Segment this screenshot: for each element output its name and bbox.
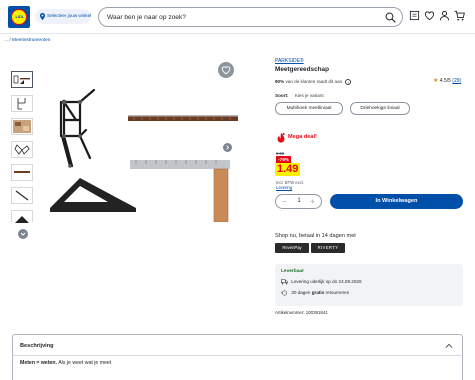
rating-value: 4.5/5 bbox=[439, 78, 451, 84]
account-icon[interactable] bbox=[439, 10, 450, 21]
delivery-date-row: Levering uiterlijk op do 24.09.2026 bbox=[281, 279, 362, 285]
delivery-info-box: Leverbaar Levering uiterlijk op do 24.09… bbox=[275, 264, 463, 306]
thumbnail-2-image bbox=[17, 98, 26, 110]
pay-later-heading: Shop nu, betaal in 14 dagen met bbox=[275, 233, 356, 239]
variant-option-driehoekig[interactable]: Driehoekige liniaal bbox=[350, 102, 410, 115]
heart-icon bbox=[221, 66, 231, 75]
quantity-decrease-button[interactable]: − bbox=[280, 197, 289, 206]
chevron-down-icon bbox=[20, 232, 26, 236]
add-to-favorites-button[interactable] bbox=[218, 62, 234, 78]
description-heading[interactable]: Beschrijving bbox=[20, 343, 54, 349]
lidl-logo[interactable]: LIDL bbox=[8, 6, 30, 28]
description-intro-bold: Meten = weten. bbox=[20, 360, 58, 366]
thumbnail-3-image bbox=[13, 120, 31, 133]
description-divider bbox=[13, 355, 462, 356]
product-title: Meetgereedschap bbox=[275, 66, 329, 73]
return-days: 30 dagen bbox=[291, 290, 311, 296]
thumbnail-7-image bbox=[15, 216, 29, 223]
mega-deal-badge: Mega deal! bbox=[275, 131, 335, 145]
thumbnail-4-image bbox=[14, 144, 30, 155]
breadcrumb-current[interactable]: Meetinstrumenten bbox=[12, 38, 50, 43]
breadcrumb-prefix[interactable]: ... bbox=[4, 38, 8, 43]
product-main-image[interactable] bbox=[42, 62, 238, 223]
favorites-icon[interactable] bbox=[424, 10, 435, 21]
product-rating[interactable]: ★ 4.5/5 (29) bbox=[433, 77, 461, 84]
thumbnail-1-image bbox=[13, 75, 30, 84]
breadcrumb-separator: / bbox=[9, 38, 11, 43]
variant-label: Soort: bbox=[275, 93, 289, 98]
info-icon[interactable]: i bbox=[345, 79, 352, 85]
thumbnail-1[interactable] bbox=[11, 71, 33, 88]
return-suffix: retourneren bbox=[325, 290, 350, 296]
thumbnail-2[interactable] bbox=[11, 95, 33, 112]
product-brand-link[interactable]: PARKSIDE® bbox=[275, 58, 304, 64]
return-policy-row: 30 dagen gratis retourneren bbox=[280, 290, 350, 296]
store-label: Selecteer jouw winkel bbox=[47, 13, 92, 18]
variant-option-multihoek[interactable]: Multihoek meetliniaal bbox=[275, 102, 343, 115]
quantity-stepper[interactable]: − 1 + bbox=[275, 194, 322, 209]
recommend-label: van de klanten raadt dit aan bbox=[285, 79, 343, 85]
thumbnail-3[interactable] bbox=[11, 118, 33, 135]
discount-badge: -79% bbox=[276, 156, 291, 163]
thumbnail-5-image bbox=[14, 171, 30, 173]
quantity-value[interactable]: 1 bbox=[294, 198, 304, 204]
payment-logo-1: RevenPay bbox=[275, 243, 309, 253]
delivery-info-link[interactable]: Levering bbox=[276, 185, 292, 190]
recommendation-text: 90% van de klanten raadt dit aan i bbox=[275, 79, 352, 85]
image-next-button[interactable] bbox=[223, 143, 232, 152]
fire-icon bbox=[277, 132, 285, 143]
description-intro: Meten = weten. Als je weet wat je meet bbox=[20, 360, 111, 366]
select-store-button[interactable]: Selecteer jouw winkel bbox=[35, 9, 91, 24]
thumbnails-scroll-down[interactable] bbox=[18, 229, 28, 239]
quantity-increase-button[interactable]: + bbox=[308, 197, 317, 206]
breadcrumb: ... / Meetinstrumenten bbox=[4, 38, 50, 43]
mega-deal-label: Mega deal! bbox=[288, 134, 317, 140]
delivery-date-text: Levering uiterlijk op do 24.09.2026 bbox=[291, 279, 362, 285]
recommend-percentage: 90% bbox=[275, 79, 285, 85]
return-icon bbox=[280, 290, 287, 296]
logo-circle: LIDL bbox=[11, 9, 27, 25]
store-pin-icon bbox=[40, 13, 45, 20]
variant-selector-label: Soort: Kies je variant bbox=[275, 93, 324, 98]
logo-text: LIDL bbox=[15, 14, 25, 19]
search-input[interactable] bbox=[107, 11, 377, 23]
top-header: LIDL Selecteer jouw winkel bbox=[0, 0, 475, 34]
thumbnail-7[interactable] bbox=[11, 210, 33, 223]
thumbnail-6-image bbox=[15, 190, 29, 201]
thumbnail-5[interactable] bbox=[11, 164, 33, 181]
cart-icon[interactable] bbox=[454, 10, 465, 21]
description-intro-text: Als je weet wat je meet bbox=[58, 360, 112, 366]
chevron-right-icon bbox=[226, 145, 230, 150]
return-free: gratis bbox=[311, 290, 325, 296]
truck-icon bbox=[281, 279, 288, 285]
search-icon[interactable] bbox=[385, 12, 396, 23]
thumbnail-4[interactable] bbox=[11, 141, 33, 158]
chevron-up-icon[interactable] bbox=[445, 343, 453, 349]
product-photo bbox=[50, 88, 238, 223]
star-icon: ★ bbox=[433, 78, 439, 84]
article-number: Artikelnummer: 100391841 bbox=[275, 310, 328, 315]
availability-status: Leverbaar bbox=[281, 269, 304, 274]
add-to-cart-button[interactable]: In Winkelwagen bbox=[330, 194, 463, 209]
payment-logo-riverty: RIVERTY bbox=[311, 243, 345, 253]
thumbnail-6[interactable] bbox=[11, 187, 33, 204]
rating-count[interactable]: (29) bbox=[452, 78, 461, 84]
receipt-icon[interactable] bbox=[409, 10, 420, 21]
current-price: 1.49 bbox=[275, 163, 301, 176]
variant-hint: Kies je variant bbox=[294, 93, 324, 98]
description-accordion: Beschrijving Meten = weten. Als je weet … bbox=[12, 334, 463, 380]
search-bar[interactable] bbox=[98, 7, 403, 27]
